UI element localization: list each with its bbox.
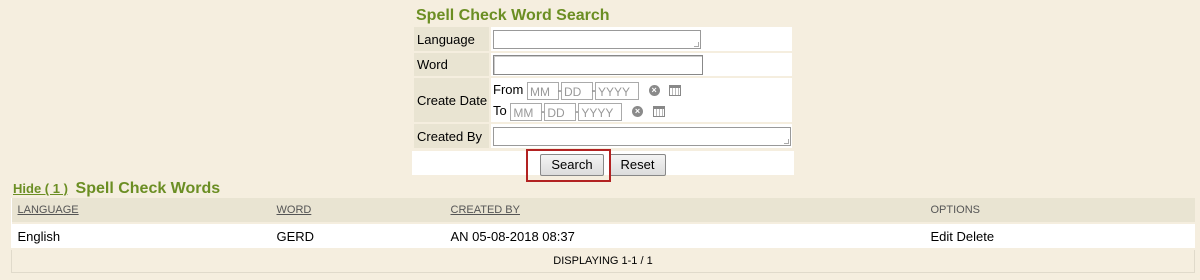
cell-word: GERD [270,223,445,250]
language-label: Language [412,25,491,53]
language-input[interactable] [493,29,701,49]
from-day-input[interactable]: DD [560,81,593,100]
from-year-input[interactable]: YYYY [594,81,639,100]
delete-link[interactable]: Delete [957,229,995,244]
table-row: English GERD AN 05-08-2018 08:37 Edit De… [11,223,1195,250]
search-fields-table: Language Word Create Date From MM - DD - YYY… [412,25,794,150]
created-by-label: Created By [412,122,491,150]
word-label: Word [412,51,491,78]
results-table: LANGUAGE WORD CREATED BY OPTIONS English… [11,198,1195,273]
results-title: Spell Check Words [75,180,221,197]
reset-button[interactable]: Reset [609,154,666,176]
edit-link[interactable]: Edit [931,229,953,244]
date-to-row: To MM - DD - YYYY × [493,100,792,121]
created-by-input[interactable] [493,126,791,146]
clear-from-date-icon[interactable]: × [648,85,660,97]
cell-language: English [11,223,271,250]
to-year-input[interactable]: YYYY [578,102,623,121]
column-word[interactable]: WORD [270,198,445,224]
search-panel-title: Spell Check Word Search [416,7,610,24]
to-day-input[interactable]: DD [544,102,577,121]
calendar-to-icon[interactable] [652,106,665,118]
date-from-row: From MM - DD - YYYY × [493,79,792,100]
calendar-from-icon[interactable] [669,85,682,97]
column-options: OPTIONS [924,198,1195,224]
results-footer-row: DISPLAYING 1-1 / 1 [11,248,1195,273]
pagination-status: DISPLAYING 1-1 / 1 [11,248,1195,273]
column-language[interactable]: LANGUAGE [11,198,271,224]
resize-grip-icon[interactable] [694,41,699,47]
to-label: To [493,103,507,118]
to-month-input[interactable]: MM [510,102,543,121]
column-created-by[interactable]: CREATED BY [444,198,925,224]
create-date-label: Create Date [412,76,491,124]
clear-to-date-icon[interactable]: × [631,106,643,118]
hide-results-link[interactable]: Hide ( 1 ) [13,181,68,196]
results-header: Hide ( 1 ) Spell Check Words [13,180,220,198]
results-header-row: LANGUAGE WORD CREATED BY OPTIONS [11,198,1195,224]
from-month-input[interactable]: MM [526,81,559,100]
from-label: From [493,82,524,97]
word-input[interactable] [493,54,703,75]
cell-created-by: AN 05-08-2018 08:37 [444,223,925,250]
cell-options: Edit Delete [924,223,1195,250]
search-button-highlight [526,149,611,182]
resize-grip-icon[interactable] [784,138,789,144]
